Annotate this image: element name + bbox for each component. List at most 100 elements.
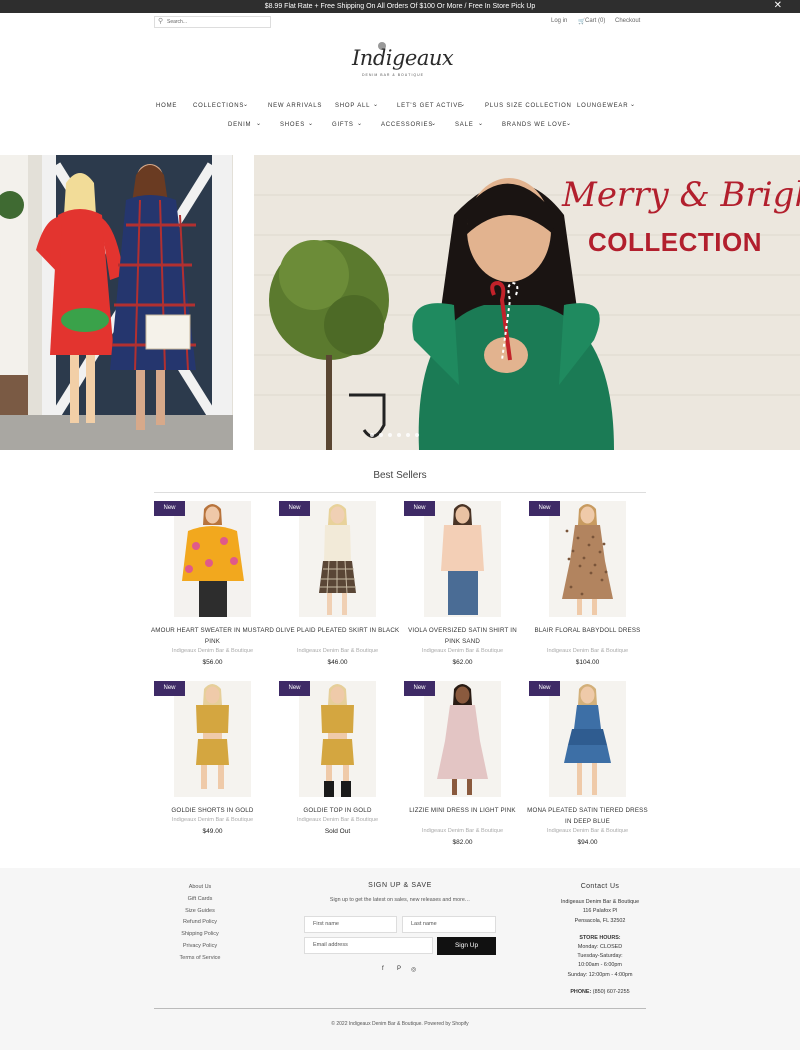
nav-lets-get-active[interactable]: LET'S GET ACTIVE xyxy=(397,103,463,109)
copyright: © 2022 Indigeaux Denim Bar & Boutique. P… xyxy=(331,1021,469,1027)
nav-shop-all[interactable]: SHOP ALL xyxy=(335,103,370,109)
slide-dot[interactable] xyxy=(379,433,383,437)
product-vendor: Indigeaux Denim Bar & Boutique xyxy=(421,648,504,654)
new-badge: New xyxy=(279,681,310,696)
phone-number[interactable]: (850) 607-2255 xyxy=(593,989,630,995)
hero-headline-caps: COLLECTION xyxy=(588,227,762,257)
new-badge: New xyxy=(279,501,310,516)
product-name[interactable]: AMOUR HEART SWEATER IN MUSTARD PINK xyxy=(150,625,275,647)
product-vendor: Indigeaux Denim Bar & Boutique xyxy=(296,648,379,654)
last-name-field[interactable]: Last name xyxy=(402,916,496,933)
chevron-down-icon: ⌄ xyxy=(357,121,363,127)
nav-brands[interactable]: BRANDS WE LOVE xyxy=(502,122,567,128)
product-image[interactable] xyxy=(549,681,626,797)
logo-subtitle: DENIM BAR & BOUTIQUE xyxy=(362,73,425,77)
new-badge: New xyxy=(404,501,435,516)
product-image[interactable] xyxy=(424,681,501,797)
slide-dot[interactable] xyxy=(415,433,419,437)
promo-bar: $8.99 Flat Rate + Free Shipping On All O… xyxy=(0,0,800,13)
chevron-down-icon: ⌄ xyxy=(630,102,636,108)
email-field[interactable]: Email address xyxy=(304,937,433,954)
footer-link-gift-cards[interactable]: Gift Cards xyxy=(160,894,240,906)
contact-street: 116 Palafox Pl xyxy=(582,908,618,915)
nav-plus-size[interactable]: PLUS SIZE COLLECTION xyxy=(485,103,572,109)
nav-gifts[interactable]: GIFTS xyxy=(332,122,354,128)
cart-link[interactable]: Cart (0) xyxy=(585,18,605,24)
facebook-icon[interactable]: f xyxy=(382,966,384,972)
product-image[interactable] xyxy=(174,681,251,797)
product-vendor: Indigeaux Denim Bar & Boutique xyxy=(171,817,254,823)
nav-home[interactable]: HOME xyxy=(156,103,177,109)
footer: About Us Gift Cards Size Guides Refund P… xyxy=(0,868,800,1050)
product-name[interactable]: VIOLA OVERSIZED SATIN SHIRT IN PINK SAND xyxy=(400,625,525,647)
product-name[interactable]: BLAIR FLORAL BABYDOLL DRESS xyxy=(525,625,650,636)
product-price: $94.00 xyxy=(577,839,598,846)
product-price: $56.00 xyxy=(202,659,223,666)
nav-loungewear[interactable]: LOUNGEWEAR xyxy=(577,103,628,109)
product-image[interactable] xyxy=(299,501,376,617)
first-name-field[interactable]: First name xyxy=(304,916,397,933)
hours-line: Monday: CLOSED xyxy=(577,944,623,951)
nav-collections[interactable]: COLLECTIONS xyxy=(193,103,244,109)
login-link[interactable]: Log in xyxy=(551,18,567,24)
product-vendor: Indigeaux Denim Bar & Boutique xyxy=(421,828,504,834)
product-image[interactable] xyxy=(174,501,251,617)
hero-image-left[interactable] xyxy=(0,155,233,450)
new-badge: New xyxy=(529,501,560,516)
product-name[interactable]: GOLDIE SHORTS IN GOLD xyxy=(150,805,275,816)
nav-denim[interactable]: DENIM xyxy=(228,122,251,128)
signup-title: SIGN UP & SAVE xyxy=(368,882,432,889)
pinterest-icon[interactable]: P xyxy=(397,966,401,972)
slide-dot[interactable] xyxy=(406,433,410,437)
product-image[interactable] xyxy=(299,681,376,797)
product-name[interactable]: OLIVE PLAID PLEATED SKIRT IN BLACK xyxy=(275,625,400,636)
logo[interactable]: Indigeaux DENIM BAR & BOUTIQUE xyxy=(348,42,454,86)
hero-banner[interactable]: Merry & Bright COLLECTION xyxy=(254,155,800,450)
hours-line: Sunday: 12:00pm - 4:00pm xyxy=(567,971,633,978)
checkout-link[interactable]: Checkout xyxy=(615,18,640,24)
section-divider xyxy=(154,492,646,493)
instagram-icon[interactable]: ◎ xyxy=(411,966,416,973)
close-icon[interactable]: ✕ xyxy=(774,0,782,12)
chevron-down-icon: ⌄ xyxy=(431,121,437,127)
new-badge: New xyxy=(529,681,560,696)
product-price: $46.00 xyxy=(327,659,348,666)
footer-link-about[interactable]: About Us xyxy=(160,882,240,894)
signup-button[interactable]: Sign Up xyxy=(437,937,496,955)
product-name[interactable]: MONA PLEATED SATIN TIERED DRESS IN DEEP … xyxy=(525,805,650,827)
slide-dot[interactable] xyxy=(370,433,374,437)
search-icon: ⚲ xyxy=(158,18,164,25)
product-price: Sold Out xyxy=(324,828,351,835)
search-input[interactable]: ⚲ Search... xyxy=(154,16,271,28)
chevron-down-icon: ⌄ xyxy=(566,121,572,127)
new-badge: New xyxy=(154,681,185,696)
footer-link-refund[interactable]: Refund Policy xyxy=(160,917,240,929)
footer-link-terms[interactable]: Terms of Service xyxy=(160,953,240,965)
contact-name: Indigeaux Denim Bar & Boutique xyxy=(560,899,640,906)
nav-accessories[interactable]: ACCESSORIES xyxy=(381,122,433,128)
product-price: $62.00 xyxy=(452,659,473,666)
footer-divider xyxy=(154,1008,646,1009)
product-price: $104.00 xyxy=(575,659,600,666)
chevron-down-icon: ⌄ xyxy=(243,102,249,108)
signup-subtitle: Sign up to get the latest on sales, new … xyxy=(329,897,471,903)
nav-shoes[interactable]: SHOES xyxy=(280,122,305,128)
contact-title: Contact Us xyxy=(580,883,620,890)
slide-dot[interactable] xyxy=(397,433,401,437)
product-vendor: Indigeaux Denim Bar & Boutique xyxy=(546,648,629,654)
product-vendor: Indigeaux Denim Bar & Boutique xyxy=(296,817,379,823)
nav-new-arrivals[interactable]: NEW ARRIVALS xyxy=(268,103,322,109)
footer-links: About Us Gift Cards Size Guides Refund P… xyxy=(160,882,240,965)
footer-link-size-guides[interactable]: Size Guides xyxy=(160,906,240,918)
product-image[interactable] xyxy=(549,501,626,617)
logo-text: Indigeaux xyxy=(352,46,454,70)
footer-link-privacy[interactable]: Privacy Policy xyxy=(160,941,240,953)
hours-line: 10:00am - 6:00pm xyxy=(578,962,622,969)
product-vendor: Indigeaux Denim Bar & Boutique xyxy=(546,828,629,834)
footer-link-shipping[interactable]: Shipping Policy xyxy=(160,929,240,941)
product-name[interactable]: GOLDIE TOP IN GOLD xyxy=(275,805,400,816)
product-name[interactable]: LIZZIE MINI DRESS IN LIGHT PINK xyxy=(400,805,525,816)
product-image[interactable] xyxy=(424,501,501,617)
slide-dot[interactable] xyxy=(388,433,392,437)
nav-sale[interactable]: SALE xyxy=(455,122,474,128)
